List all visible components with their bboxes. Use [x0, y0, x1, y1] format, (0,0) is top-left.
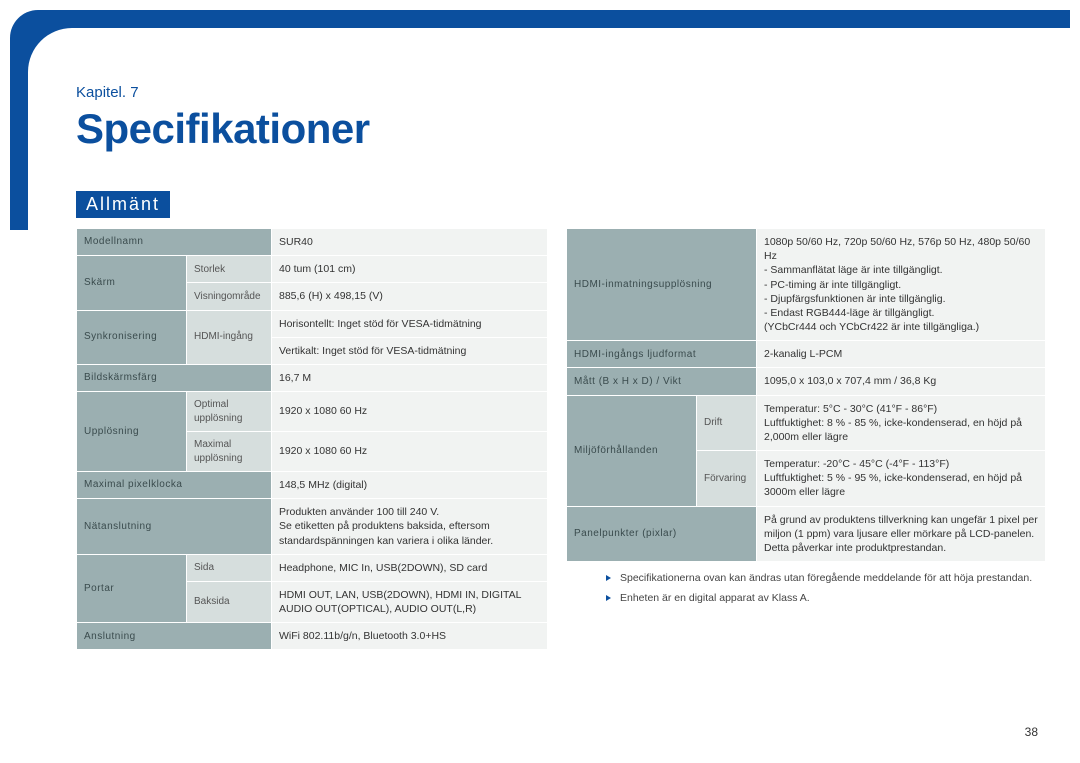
row-storage-value: Temperatur: -20°C - 45°C (-4°F - 113°F) … — [757, 451, 1046, 507]
section-allmant: Allmänt — [76, 191, 170, 218]
row-rear-label: Baksida — [187, 581, 272, 622]
row-pixelclock-label: Maximal pixelklocka — [77, 472, 272, 499]
row-hdmiaudio-value: 2-kanalig L-PCM — [757, 341, 1046, 368]
row-viewarea-value: 885,6 (H) x 498,15 (V) — [272, 283, 548, 310]
row-dims-label: Mått (B x H x D) / Vikt — [567, 368, 757, 395]
row-side-value: Headphone, MIC In, USB(2DOWN), SD card — [272, 554, 548, 581]
spec-columns: Modellnamn SUR40 Skärm Storlek 40 tum (1… — [76, 228, 1046, 650]
page-title: Specifikationer — [76, 105, 1046, 153]
row-maxres-value: 1920 x 1080 60 Hz — [272, 432, 548, 472]
row-hdmires-value: 1080p 50/60 Hz, 720p 50/60 Hz, 576p 50 H… — [757, 229, 1046, 341]
row-hdmiaudio-label: HDMI-ingångs ljudformat — [567, 341, 757, 368]
content-panel: Kapitel. 7 Specifikationer Allmänt Model… — [28, 28, 1070, 753]
row-modelname-label: Modellnamn — [77, 229, 272, 256]
row-ports-label: Portar — [77, 554, 187, 623]
chapter-label: Kapitel. 7 — [76, 84, 1046, 101]
row-modelname-value: SUR40 — [272, 229, 548, 256]
right-column: HDMI-inmatningsupplösning 1080p 50/60 Hz… — [566, 228, 1046, 616]
row-sync-label: Synkronisering — [77, 310, 187, 364]
row-op-value: Temperatur: 5°C - 30°C (41°F - 86°F) Luf… — [757, 395, 1046, 451]
row-side-label: Sida — [187, 554, 272, 581]
row-storage-label: Förvaring — [697, 451, 757, 507]
row-optres-label: Optimal upplösning — [187, 392, 272, 432]
notes-list: Specifikationerna ovan kan ändras utan f… — [566, 572, 1046, 605]
row-viewarea-label: Visningområde — [187, 283, 272, 310]
row-pixels-label: Panelpunkter (pixlar) — [567, 506, 757, 562]
row-connection-label: Anslutning — [77, 623, 272, 650]
row-hdmires-label: HDMI-inmatningsupplösning — [567, 229, 757, 341]
row-power-value: Produkten använder 100 till 240 V. Se et… — [272, 499, 548, 555]
spec-table-left: Modellnamn SUR40 Skärm Storlek 40 tum (1… — [76, 228, 548, 650]
row-color-label: Bildskärmsfärg — [77, 364, 272, 391]
row-connection-value: WiFi 802.11b/g/n, Bluetooth 3.0+HS — [272, 623, 548, 650]
note-1: Specifikationerna ovan kan ändras utan f… — [606, 572, 1046, 586]
page-frame: Kapitel. 7 Specifikationer Allmänt Model… — [10, 10, 1070, 753]
spec-table-right: HDMI-inmatningsupplösning 1080p 50/60 Hz… — [566, 228, 1046, 562]
row-size-label: Storlek — [187, 256, 272, 283]
page-number: 38 — [1025, 725, 1038, 739]
row-env-label: Miljöförhållanden — [567, 395, 697, 506]
row-op-label: Drift — [697, 395, 757, 451]
row-pixels-value: På grund av produktens tillverkning kan … — [757, 506, 1046, 562]
row-hdmi-in-label: HDMI-ingång — [187, 310, 272, 364]
row-rear-value: HDMI OUT, LAN, USB(2DOWN), HDMI IN, DIGI… — [272, 581, 548, 622]
row-dims-value: 1095,0 x 103,0 x 707,4 mm / 36,8 Kg — [757, 368, 1046, 395]
row-sync-vert: Vertikalt: Inget stöd för VESA-tidmätnin… — [272, 337, 548, 364]
row-maxres-label: Maximal upplösning — [187, 432, 272, 472]
row-pixelclock-value: 148,5 MHz (digital) — [272, 472, 548, 499]
note-2: Enheten är en digital apparat av Klass A… — [606, 592, 1046, 606]
row-optres-value: 1920 x 1080 60 Hz — [272, 392, 548, 432]
row-resolution-label: Upplösning — [77, 392, 187, 472]
row-size-value: 40 tum (101 cm) — [272, 256, 548, 283]
row-power-label: Nätanslutning — [77, 499, 272, 555]
row-color-value: 16,7 M — [272, 364, 548, 391]
row-sync-horiz: Horisontellt: Inget stöd för VESA-tidmät… — [272, 310, 548, 337]
row-screen-label: Skärm — [77, 256, 187, 310]
